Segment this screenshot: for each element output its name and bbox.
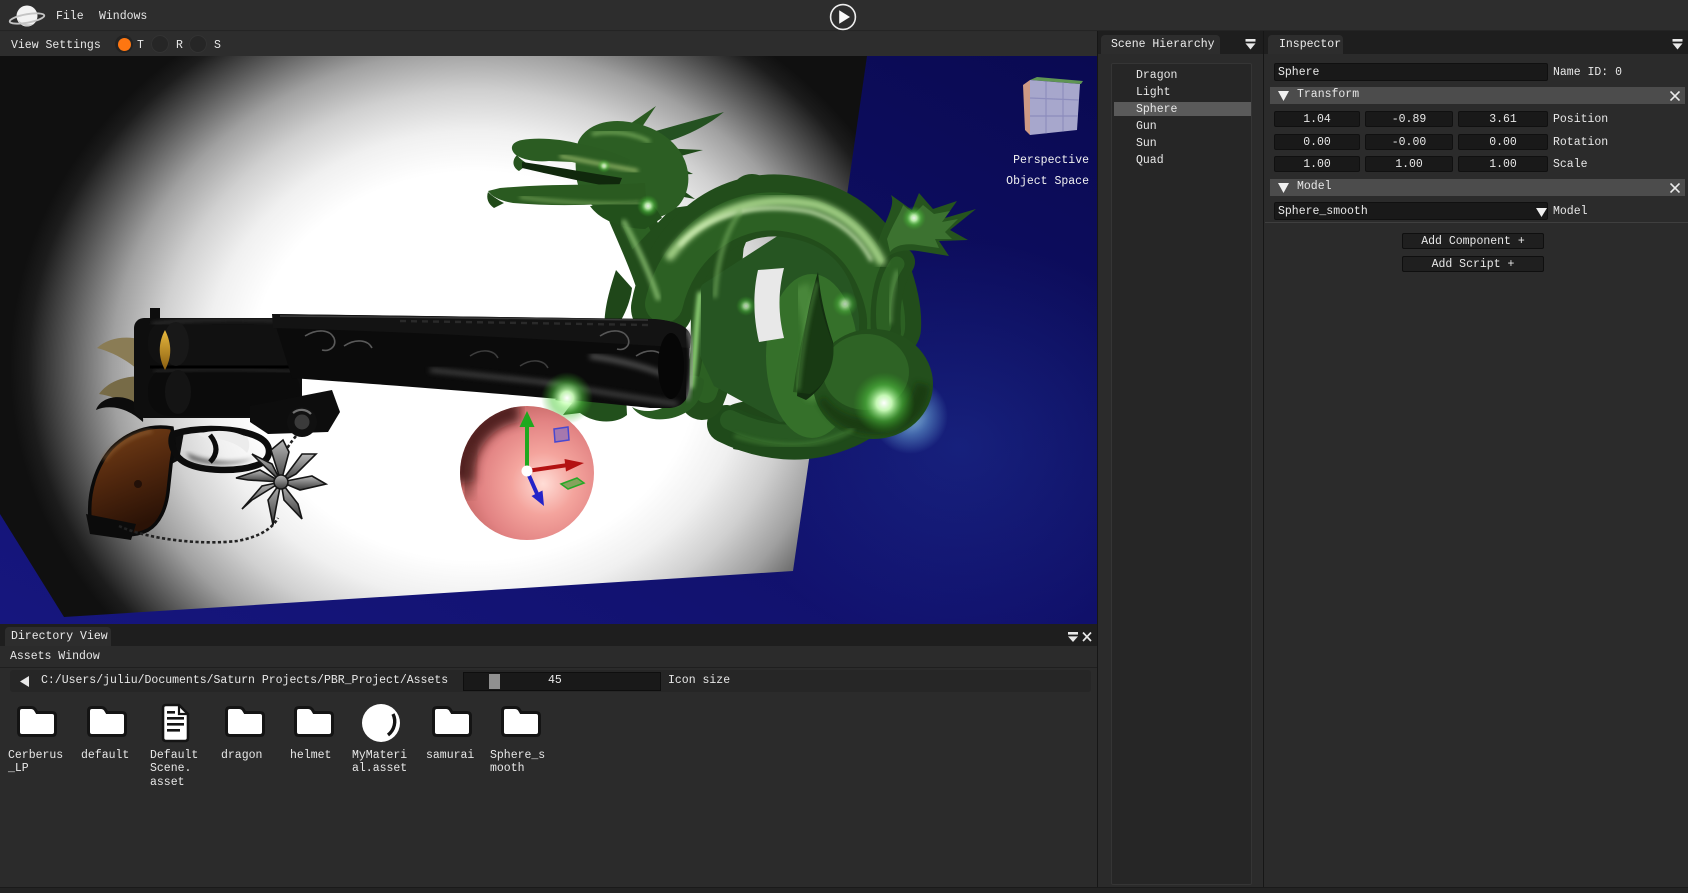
svg-text:Object Space: Object Space [1006, 175, 1089, 188]
svg-text:Perspective: Perspective [1013, 154, 1089, 167]
